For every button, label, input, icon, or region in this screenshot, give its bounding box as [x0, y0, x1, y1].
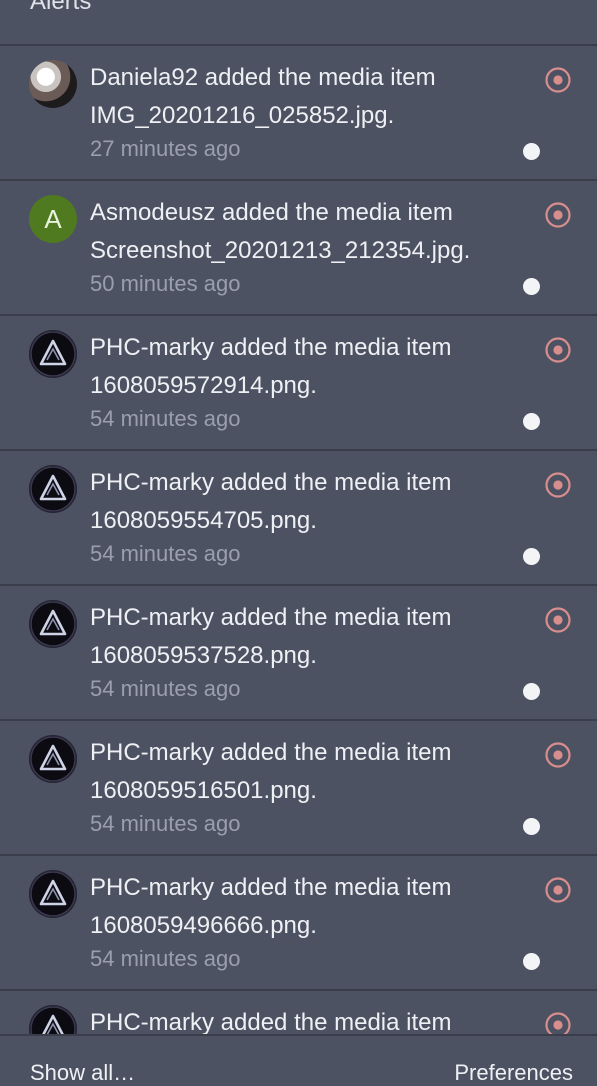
alert-item[interactable]: PHC-marky added the media item 1608059537… — [0, 586, 597, 721]
alert-message-line: Asmodeusz added the media item — [90, 199, 453, 226]
alert-message[interactable]: PHC-marky added the media item 1608059554… — [90, 464, 530, 540]
unread-indicator[interactable] — [523, 143, 540, 160]
alert-timestamp: 54 minutes ago — [90, 541, 241, 566]
avatar[interactable] — [29, 735, 77, 783]
alert-message-line: PHC-marky added the media item — [90, 739, 452, 766]
alert-timestamp: 54 minutes ago — [90, 676, 241, 701]
alert-message[interactable]: PHC-marky added the media item 1608059572… — [90, 329, 530, 405]
unread-indicator[interactable] — [523, 953, 540, 970]
mark-read-icon[interactable] — [544, 1011, 572, 1034]
mark-read-icon[interactable] — [544, 741, 572, 769]
alert-timestamp: 54 minutes ago — [90, 946, 241, 971]
alert-media-item-link[interactable]: 1608059554705.png. — [90, 502, 530, 540]
alert-item[interactable]: Daniela92 added the media item IMG_202012… — [0, 46, 597, 181]
show-all-link[interactable]: Show all… — [30, 1060, 135, 1086]
mark-read-icon[interactable] — [544, 606, 572, 634]
alert-media-item-link[interactable]: 1608059572914.png. — [90, 367, 530, 405]
mark-read-icon[interactable] — [544, 876, 572, 904]
alert-message[interactable]: Daniela92 added the media item IMG_202012… — [90, 59, 530, 135]
alert-timestamp: 54 minutes ago — [90, 406, 241, 431]
alert-item[interactable]: PHC-marky added the media item — [0, 991, 597, 1034]
alerts-title: Alerts — [30, 0, 92, 15]
alert-message-line: PHC-marky added the media item — [90, 334, 452, 361]
mark-read-icon[interactable] — [544, 336, 572, 364]
avatar[interactable] — [29, 330, 77, 378]
avatar[interactable] — [29, 465, 77, 513]
avatar[interactable] — [29, 600, 77, 648]
alert-media-item-link[interactable]: 1608059537528.png. — [90, 637, 530, 675]
alerts-footer: Show all… Preferences — [0, 1034, 597, 1085]
alert-message[interactable]: PHC-marky added the media item — [90, 1004, 530, 1034]
alert-timestamp: 54 minutes ago — [90, 811, 241, 836]
alert-message-line: PHC-marky added the media item — [90, 469, 452, 496]
unread-indicator[interactable] — [523, 683, 540, 700]
alert-message-line: PHC-marky added the media item — [90, 874, 452, 901]
alert-item[interactable]: PHC-marky added the media item 1608059572… — [0, 316, 597, 451]
preferences-link[interactable]: Preferences — [454, 1060, 573, 1086]
alert-message[interactable]: PHC-marky added the media item 1608059496… — [90, 869, 530, 945]
avatar[interactable]: A — [29, 195, 77, 243]
alert-item[interactable]: PHC-marky added the media item 1608059554… — [0, 451, 597, 586]
unread-indicator[interactable] — [523, 548, 540, 565]
alert-timestamp: 50 minutes ago — [90, 271, 241, 296]
alert-list: Daniela92 added the media item IMG_202012… — [0, 46, 597, 1034]
alert-media-item-link[interactable]: IMG_20201216_025852.jpg. — [90, 97, 530, 135]
alert-item[interactable]: A Asmodeusz added the media item Screensho… — [0, 181, 597, 316]
alert-media-item-link[interactable]: 1608059496666.png. — [90, 907, 530, 945]
alert-item[interactable]: PHC-marky added the media item 1608059516… — [0, 721, 597, 856]
avatar[interactable] — [29, 1005, 77, 1034]
alert-media-item-link[interactable]: 1608059516501.png. — [90, 772, 530, 810]
alert-message[interactable]: PHC-marky added the media item 1608059537… — [90, 599, 530, 675]
alert-message[interactable]: PHC-marky added the media item 1608059516… — [90, 734, 530, 810]
mark-read-icon[interactable] — [544, 66, 572, 94]
alert-message-line: Daniela92 added the media item — [90, 64, 436, 91]
alert-message-line: PHC-marky added the media item — [90, 1009, 452, 1034]
mark-read-icon[interactable] — [544, 201, 572, 229]
mark-read-icon[interactable] — [544, 471, 572, 499]
alert-media-item-link[interactable]: Screenshot_20201213_212354.jpg. — [90, 232, 530, 270]
unread-indicator[interactable] — [523, 818, 540, 835]
unread-indicator[interactable] — [523, 413, 540, 430]
alerts-header: Alerts — [0, 0, 597, 46]
alert-item[interactable]: PHC-marky added the media item 1608059496… — [0, 856, 597, 991]
avatar[interactable] — [29, 870, 77, 918]
alert-message-line: PHC-marky added the media item — [90, 604, 452, 631]
avatar[interactable] — [29, 60, 77, 108]
alert-timestamp: 27 minutes ago — [90, 136, 241, 161]
unread-indicator[interactable] — [523, 278, 540, 295]
alert-message[interactable]: Asmodeusz added the media item Screenshot… — [90, 194, 530, 270]
